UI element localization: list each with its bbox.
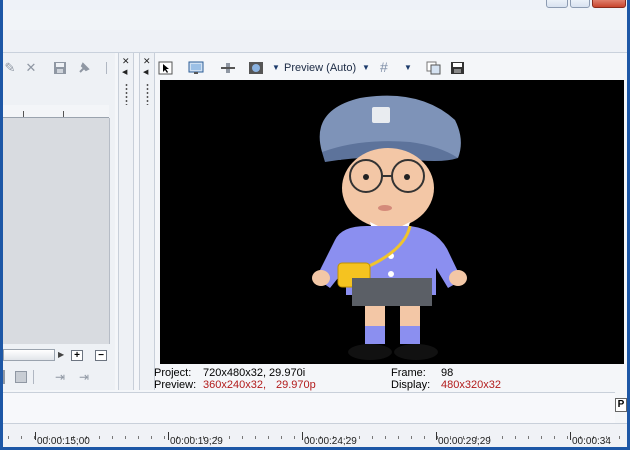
timeline-tick-label: 00:00:34 (572, 436, 611, 447)
timeline-minor-tick (99, 436, 100, 439)
timeline-minor-tick (619, 436, 620, 439)
timeline-minor-tick (515, 436, 516, 439)
timeline-minor-tick (359, 436, 360, 439)
timeline-minor-tick (242, 436, 243, 439)
timeline-minor-tick (229, 436, 230, 439)
timeline-minor-tick (541, 436, 542, 439)
timeline-minor-tick (8, 436, 9, 439)
timeline-minor-tick (268, 436, 269, 439)
timeline-minor-tick (372, 436, 373, 439)
timeline-major-tick (436, 432, 437, 440)
timeline-minor-tick (151, 436, 152, 439)
timeline-minor-tick (138, 436, 139, 439)
timeline-tick-label: 00:00:15;00 (37, 436, 90, 447)
timeline-tick-label: 00:00:19;29 (170, 436, 223, 447)
timeline-major-tick (168, 432, 169, 440)
window-frame (0, 0, 630, 450)
timeline-minor-tick (502, 436, 503, 439)
timeline-major-tick (302, 432, 303, 440)
timeline-major-tick (35, 432, 36, 440)
timeline-minor-tick (411, 436, 412, 439)
timeline-minor-tick (385, 436, 386, 439)
timeline-major-tick (570, 432, 571, 440)
timeline-minor-tick (255, 436, 256, 439)
timeline-minor-tick (21, 436, 22, 439)
timeline-minor-tick (294, 436, 295, 439)
timeline-minor-tick (281, 436, 282, 439)
timeline-minor-tick (112, 436, 113, 439)
timeline-minor-tick (398, 436, 399, 439)
timeline-minor-tick (554, 436, 555, 439)
timeline-tick-label: 00:00:24;29 (304, 436, 357, 447)
timeline-minor-tick (528, 436, 529, 439)
timeline-minor-tick (125, 436, 126, 439)
timeline-tick-label: 00:00:29;29 (438, 436, 491, 447)
timeline-minor-tick (164, 436, 165, 439)
timeline-minor-tick (567, 436, 568, 439)
timeline-minor-tick (424, 436, 425, 439)
